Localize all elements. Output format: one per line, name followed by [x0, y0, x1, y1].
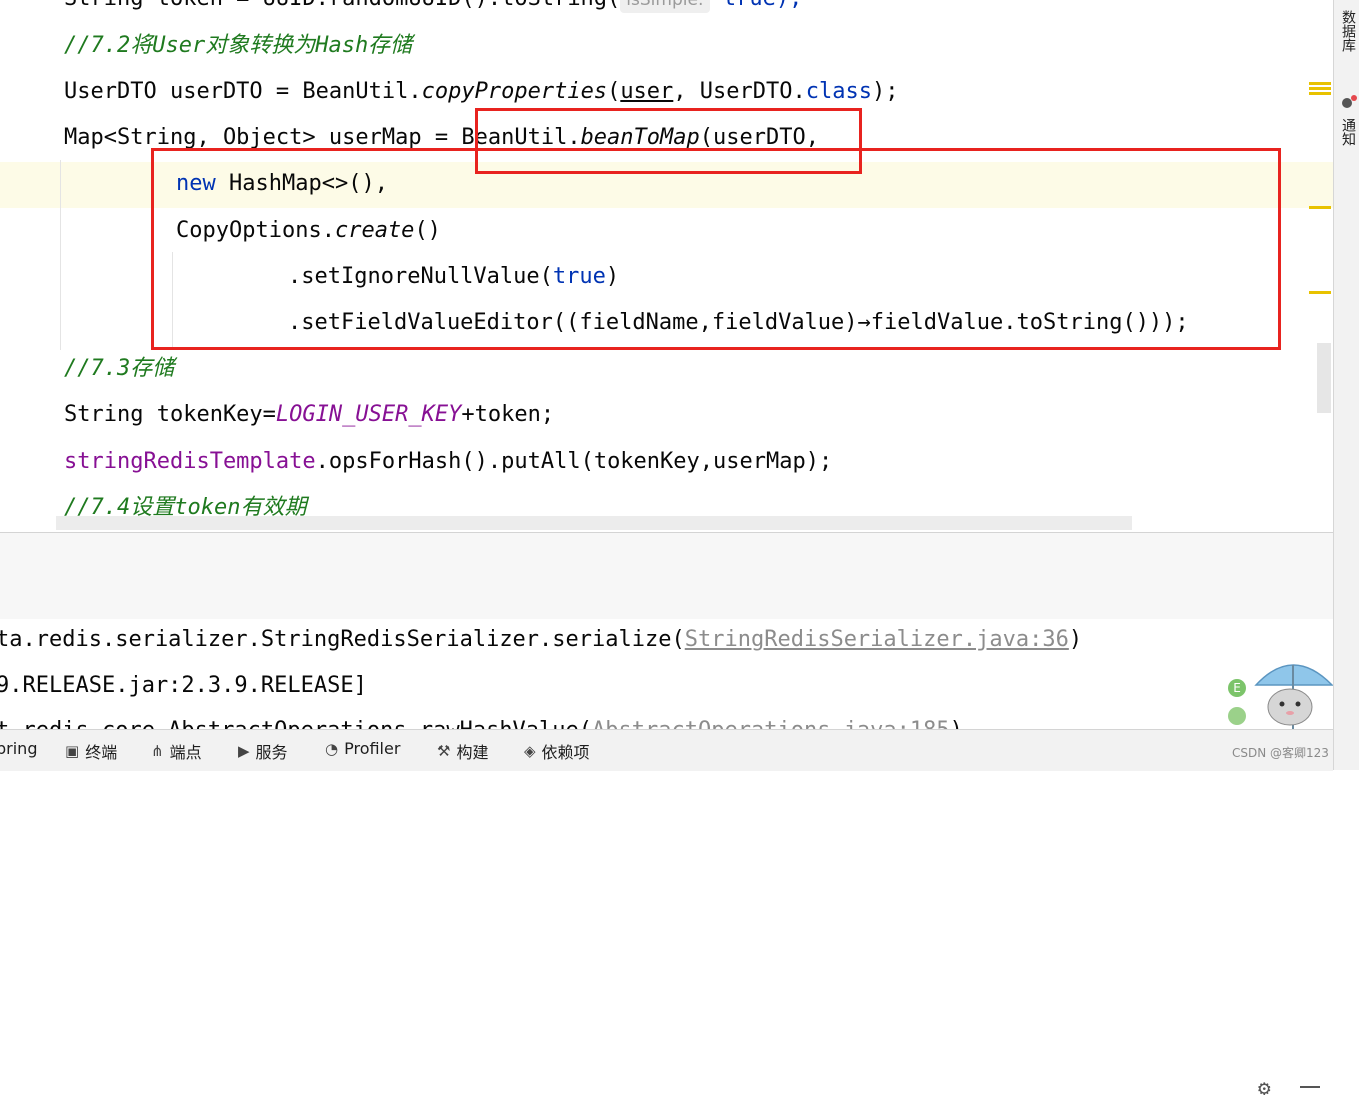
horizontal-scrollbar[interactable]	[56, 516, 1132, 530]
console-line: t.redis.core.AbstractOperations.rawHashV…	[0, 718, 963, 729]
parameter-hint: isSimple:	[620, 0, 710, 13]
tool-window-bar: pring ▣ 终端 ⋔ 端点 ▶ 服务 ◔ Profiler ⚒ 构建 ◈ 依赖项	[0, 729, 1333, 771]
vertical-scrollbar[interactable]	[1317, 343, 1331, 413]
profiler-icon: ◔	[325, 739, 339, 758]
plugin-badge-icon[interactable]: E	[1228, 679, 1246, 697]
sidebar-item-notifications[interactable]: 通知	[1338, 118, 1358, 146]
right-tool-strip	[1333, 0, 1359, 770]
warning-marker[interactable]	[1309, 92, 1331, 95]
warning-marker[interactable]	[1309, 291, 1331, 294]
code-line-userdto: UserDTO userDTO = BeanUtil.copyPropertie…	[64, 79, 899, 104]
services-icon: ▶	[238, 742, 250, 760]
sidebar-item-database[interactable]: 数据库	[1338, 10, 1358, 52]
terminal-icon: ▣	[65, 742, 80, 760]
stacktrace-link[interactable]: StringRedisSerializer.java:36	[685, 627, 1069, 652]
tab-spring[interactable]: pring	[0, 739, 37, 758]
endpoints-icon: ⋔	[151, 742, 164, 760]
mascot-image	[1254, 664, 1333, 729]
code-line-token: String token = UUID.randomUUID().toStrin…	[64, 0, 802, 14]
code-line-tokenkey: String tokenKey=LOGIN_USER_KEY+token;	[64, 402, 555, 427]
warning-marker[interactable]	[1309, 82, 1331, 85]
plugin-badge-icon[interactable]	[1228, 707, 1246, 725]
tab-profiler[interactable]: ◔ Profiler	[325, 739, 400, 758]
run-toolwindow-header: ⚙	[0, 533, 1333, 1100]
highlight-box-copyoptions	[151, 148, 1281, 350]
gear-icon[interactable]: ⚙	[1258, 1076, 1271, 1100]
indent-guide	[60, 160, 61, 350]
warning-marker[interactable]	[1309, 87, 1331, 90]
tab-terminal[interactable]: ▣ 终端	[65, 739, 117, 763]
console-output[interactable]: ta.redis.serializer.StringRedisSerialize…	[0, 619, 1333, 729]
comment-7-2: //7.2将User对象转换为Hash存储	[64, 33, 413, 58]
comment-7-3: //7.3存储	[64, 356, 175, 381]
warning-marker[interactable]	[1309, 206, 1331, 209]
notification-dot-icon	[1351, 95, 1357, 101]
build-icon: ⚒	[437, 742, 451, 760]
tab-build[interactable]: ⚒ 构建	[437, 739, 488, 763]
dependencies-icon: ◈	[524, 742, 536, 760]
console-line: 9.RELEASE.jar:2.3.9.RELEASE]	[0, 673, 367, 698]
console-line: ta.redis.serializer.StringRedisSerialize…	[0, 627, 1083, 652]
tab-endpoints[interactable]: ⋔ 端点	[151, 739, 202, 763]
code-line-redis-putall: stringRedisTemplate.opsForHash().putAll(…	[64, 449, 833, 474]
tab-services[interactable]: ▶ 服务	[238, 739, 288, 763]
watermark-text: CSDN @客卿123	[1232, 746, 1329, 760]
stacktrace-link[interactable]: AbstractOperations.java:185	[592, 718, 950, 729]
minimize-icon[interactable]	[1300, 1086, 1320, 1088]
tab-dependencies[interactable]: ◈ 依赖项	[524, 739, 590, 763]
